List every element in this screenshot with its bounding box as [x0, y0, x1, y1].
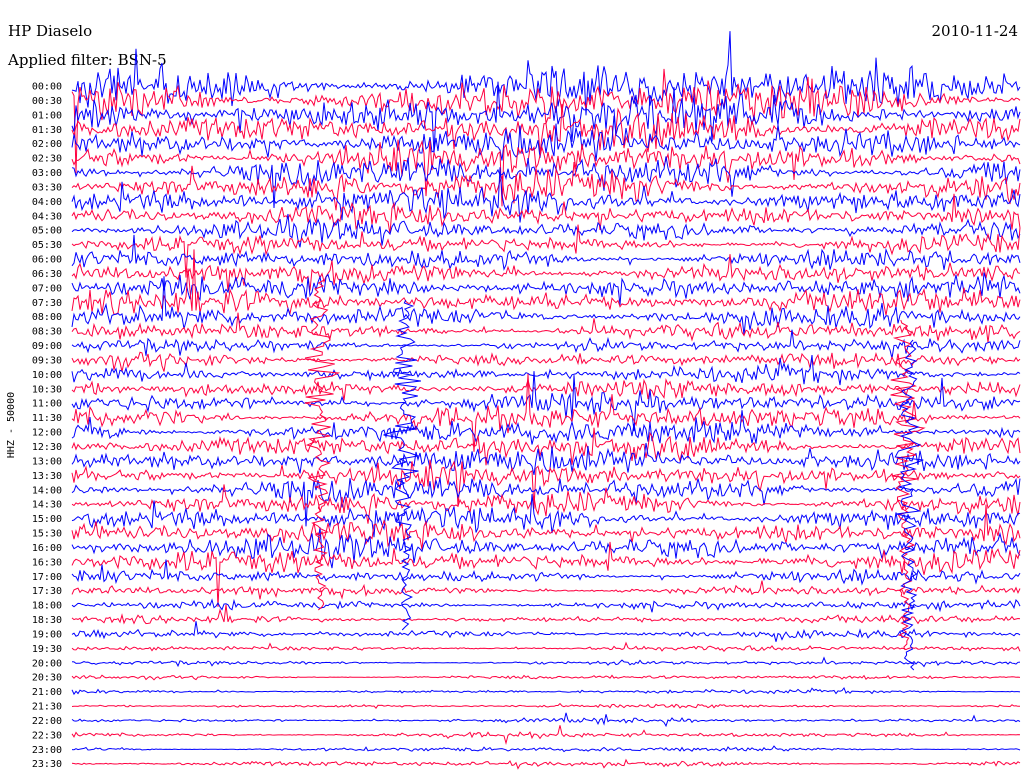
tick-label: 07:30	[32, 298, 62, 309]
trace-1700	[71, 559, 1021, 586]
tick-label: 01:00	[32, 110, 62, 121]
tick-label: 18:00	[32, 601, 62, 612]
tick-label: 16:00	[32, 543, 62, 554]
tick-label: 19:00	[32, 629, 62, 640]
time-ticks: 00:00 00:30 01:00 01:30 02:00 02:30 03:00 03:30…	[32, 82, 62, 771]
tick-label: 16:30	[32, 557, 62, 568]
tick-label: 04:30	[32, 211, 62, 222]
tick-label: 03:30	[32, 182, 62, 193]
tick-label: 11:00	[32, 399, 62, 410]
trace-2130	[71, 702, 1020, 710]
trace-0000	[71, 31, 1021, 116]
tick-label: 10:00	[32, 370, 62, 381]
tick-label: 01:30	[32, 125, 62, 136]
tick-label: 00:00	[32, 82, 62, 93]
tick-label: 15:00	[32, 514, 62, 525]
tick-label: 11:30	[32, 413, 62, 424]
tick-label: 22:00	[32, 716, 62, 727]
tick-label: 09:30	[32, 355, 62, 366]
tick-label: 12:00	[32, 428, 62, 439]
trace-1800	[71, 598, 1021, 613]
trace-1900	[71, 621, 1021, 642]
trace-2200	[71, 712, 1021, 728]
tick-label: 22:30	[32, 730, 62, 741]
trace-2000	[71, 656, 1021, 668]
tick-label: 04:00	[32, 197, 62, 208]
tick-label: 13:30	[32, 471, 62, 482]
tick-label: 05:30	[32, 240, 62, 251]
tick-label: 03:00	[32, 168, 62, 179]
tick-label: 23:00	[32, 745, 62, 756]
trace-2230	[71, 725, 1021, 746]
tick-label: 20:00	[32, 658, 62, 669]
helicorder-display: HP Diaselo Applied filter: BSN-5 2010-11…	[0, 0, 1024, 780]
traces-group	[71, 31, 1021, 770]
trace-0730	[71, 249, 1021, 316]
trace-1630	[71, 541, 1021, 607]
tick-label: 14:00	[32, 485, 62, 496]
trace-0530	[71, 224, 1021, 278]
tick-label: 21:30	[32, 702, 62, 713]
tick-label: 18:30	[32, 615, 62, 626]
trace-1130	[71, 373, 1021, 452]
tick-label: 20:30	[32, 673, 62, 684]
trace-0600	[71, 234, 1021, 271]
tick-label: 08:00	[32, 312, 62, 323]
tick-label: 17:00	[32, 572, 62, 583]
tick-label: 09:00	[32, 341, 62, 352]
tick-label: 23:30	[32, 759, 62, 770]
trace-0800	[71, 276, 1021, 335]
tick-label: 02:00	[32, 139, 62, 150]
trace-0900	[71, 329, 1021, 359]
trace-0330	[71, 161, 1021, 211]
tick-label: 19:30	[32, 644, 62, 655]
tick-label: 08:30	[32, 327, 62, 338]
tick-label: 07:00	[32, 283, 62, 294]
trace-1200	[71, 410, 1021, 445]
trace-1100	[71, 371, 1021, 432]
tick-label: 13:00	[32, 456, 62, 467]
tick-label: 21:00	[32, 687, 62, 698]
seismogram-plot: 00:00 00:30 01:00 01:30 02:00 02:30 03:00 03:30…	[6, 31, 1021, 771]
trace-1730	[71, 580, 1021, 600]
y-axis-label: HHZ - 50000	[6, 392, 17, 458]
trace-2330	[71, 758, 1021, 770]
tick-label: 12:30	[32, 442, 62, 453]
tick-label: 00:30	[32, 96, 62, 107]
tick-label: 17:30	[32, 586, 62, 597]
trace-0130	[71, 103, 1021, 153]
trace-1330	[71, 459, 1021, 509]
tick-label: 14:30	[32, 500, 62, 511]
tick-label: 15:30	[32, 529, 62, 540]
tick-label: 05:00	[32, 226, 62, 237]
tick-label: 02:30	[32, 154, 62, 165]
tick-label: 10:30	[32, 384, 62, 395]
trace-2030	[71, 674, 1021, 681]
trace-1930	[71, 641, 1021, 652]
tick-label: 06:30	[32, 269, 62, 280]
tick-label: 06:00	[32, 255, 62, 266]
trace-2300	[71, 745, 1021, 753]
trace-2100	[71, 686, 1021, 696]
